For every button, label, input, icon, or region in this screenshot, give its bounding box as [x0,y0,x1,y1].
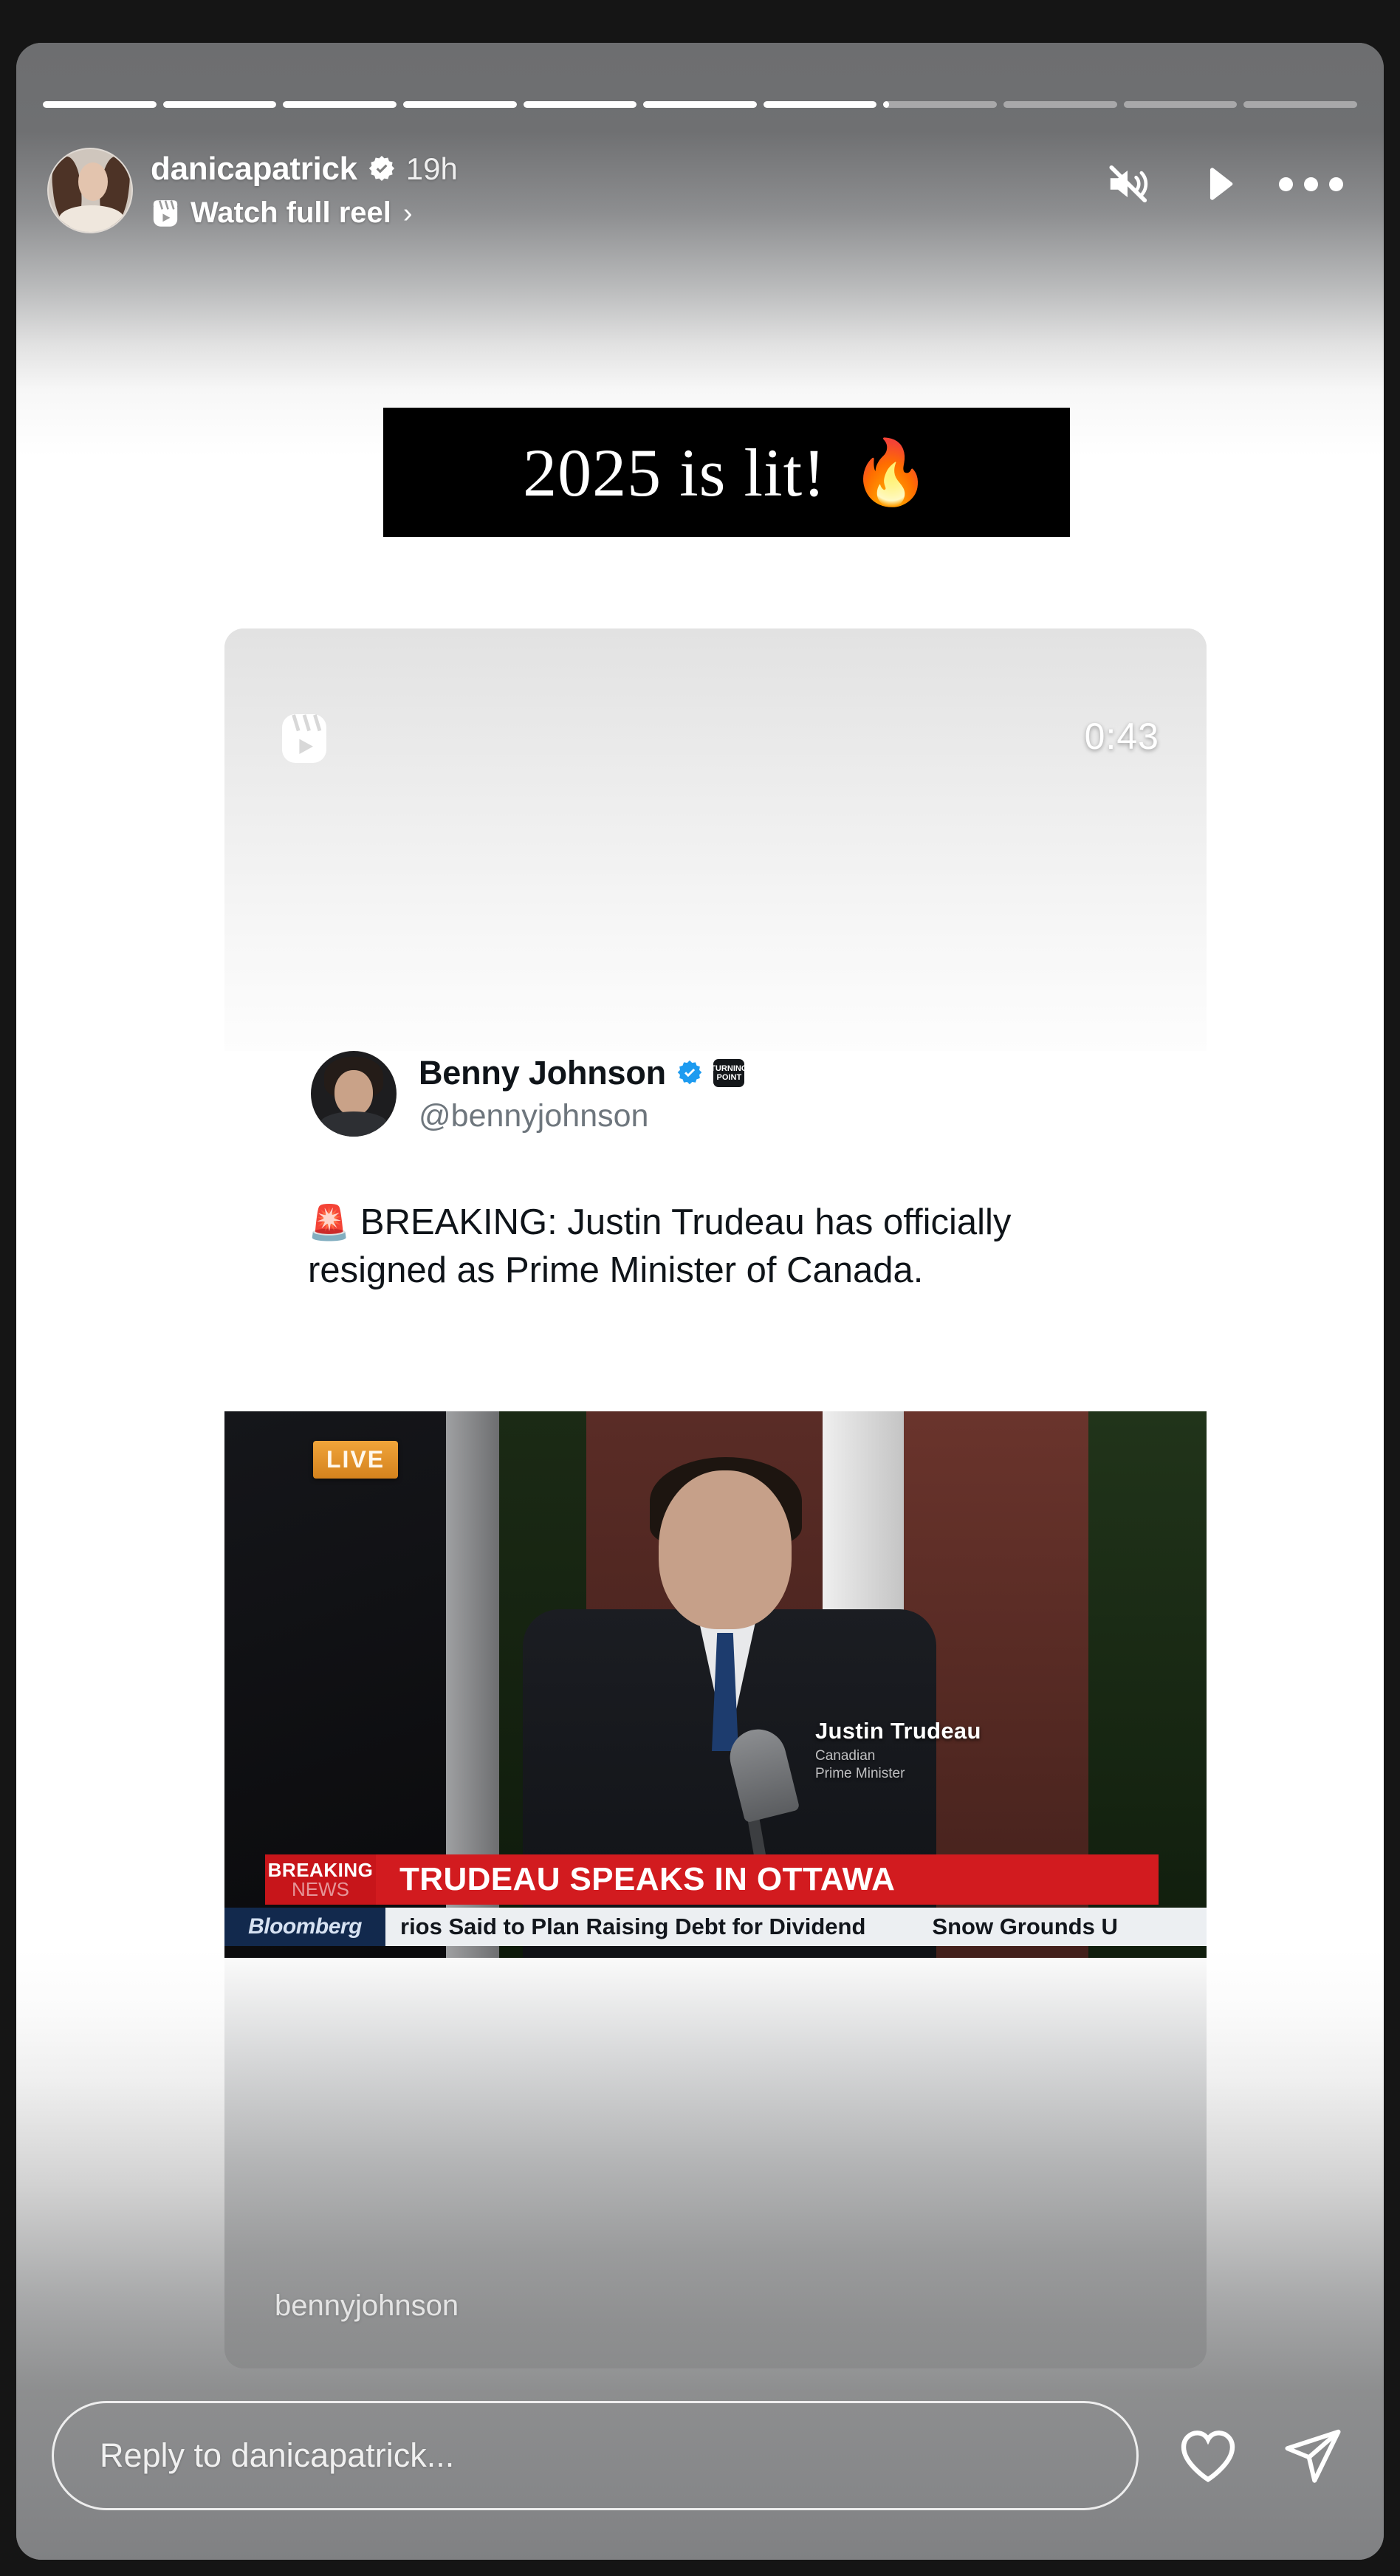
ticker-strip: rios Said to Plan Raising Debt for Divid… [385,1908,1207,1946]
live-badge: LIVE [313,1441,399,1479]
news-ticker: Bloomberg rios Said to Plan Raising Debt… [224,1908,1207,1946]
news-broadcast-image: LIVE Justin Trudeau Canadian Prime Minist… [224,1411,1207,1958]
progress-segment-fill [883,100,890,108]
ellipsis-dot [1278,177,1293,191]
tweet-display-name: Benny Johnson [419,1054,666,1092]
progress-segment[interactable] [763,100,877,108]
play-icon[interactable] [1195,160,1243,208]
speaker-nameplate: Justin Trudeau Canadian Prime Minister [815,1718,981,1783]
tweet-handle: @bennyjohnson [419,1098,649,1134]
chyron-breaking-line2: NEWS [292,1878,349,1900]
progress-segment-fill [283,100,397,108]
affiliation-badge-icon: TURNING POINT [713,1059,744,1087]
progress-segment-fill [763,100,877,108]
avatar-face [78,162,108,201]
story-header-actions [1103,160,1343,208]
avatar[interactable] [47,148,133,233]
tweet-avatar-body [320,1111,388,1137]
tweet-author[interactable]: Benny Johnson TURNING POINT [311,1051,744,1137]
username[interactable]: danicapatrick [151,151,357,188]
progress-segment-fill [162,100,277,108]
progress-segment-fill [523,100,637,108]
progress-segment[interactable] [162,100,277,108]
fire-emoji: 🔥 [851,436,930,508]
tweet-author-names: Benny Johnson TURNING POINT [419,1051,744,1134]
progress-segment[interactable] [1003,100,1117,108]
reply-placeholder: Reply to danicapatrick... [100,2436,455,2474]
siren-emoji: 🚨 [308,1203,351,1241]
tweet-text: 🚨 BREAKING: Justin Trudeau has officiall… [308,1199,1135,1294]
chyron-breaking-line1: BREAKING [267,1859,374,1881]
story-timestamp: 19h [405,151,458,186]
story-progress-bar [43,99,1358,109]
reply-bar: Reply to danicapatrick... [16,2385,1384,2526]
nameplate-name: Justin Trudeau [815,1718,981,1744]
chevron-right-icon: › [402,197,413,229]
chyron-breaking-block: BREAKING NEWS [265,1854,376,1905]
watch-full-reel-label: Watch full reel [191,196,391,229]
story-author-row: danicapatrick 19h [151,151,458,188]
progress-segment[interactable] [1123,100,1238,108]
tweet-avatar-face [334,1070,373,1116]
reel-preview[interactable]: 0:43 [224,628,1207,1051]
avatar-top [59,205,124,232]
text-sticker-label: 2025 is lit! [523,434,826,510]
speaker-head [659,1470,792,1629]
verified-badge-icon [367,154,397,184]
progress-segment[interactable] [43,100,157,108]
tweet-body: BREAKING: Justin Trudeau has officially … [308,1202,1012,1290]
tweet-avatar[interactable] [311,1051,397,1137]
progress-segment-fill [402,100,517,108]
speaker-muted-icon[interactable] [1103,160,1152,208]
watch-full-reel-button[interactable]: Watch full reel › [151,196,413,230]
news-chyron: BREAKING NEWS TRUDEAU SPEAKS IN OTTAWA [265,1854,1159,1905]
nameplate-title: Canadian Prime Minister [815,1748,905,1781]
progress-segment-fill [643,100,757,108]
progress-segment[interactable] [402,100,517,108]
reel-clapper-icon [151,198,180,229]
tweet-name-row: Benny Johnson TURNING POINT [419,1054,744,1092]
progress-segment[interactable] [523,100,637,108]
reel-clapper-icon [278,708,331,770]
ellipsis-dot [1328,177,1343,191]
progress-segment[interactable] [283,100,397,108]
affiliation-badge-label: TURNING POINT [713,1063,744,1082]
text-sticker[interactable]: 2025 is lit! 🔥 [383,408,1070,537]
paper-plane-icon[interactable] [1277,2420,1348,2491]
progress-segment[interactable] [1243,100,1358,108]
story-header: danicapatrick 19h Watch full reel › [41,137,1363,248]
heart-icon[interactable] [1173,2420,1243,2491]
ticker-brand: Bloomberg [224,1908,385,1946]
ellipsis-icon[interactable] [1278,160,1343,208]
story-viewer-frame: danicapatrick 19h Watch full reel › 2025… [0,0,1400,2576]
reel-duration: 0:43 [1084,716,1159,757]
shared-post-card[interactable]: 0:43 Benny Johnson URNIN POINT @bennyjoh… [224,628,1207,2368]
ellipsis-dot [1303,177,1318,191]
progress-segment[interactable] [643,100,757,108]
twitter-verified-icon [676,1059,704,1087]
ticker-item: Snow Grounds U [932,1914,1118,1939]
progress-segment[interactable] [883,100,998,108]
progress-segment-fill [43,100,157,108]
post-attribution[interactable]: bennyjohnson [275,2289,459,2323]
story-canvas[interactable]: danicapatrick 19h Watch full reel › 2025… [16,43,1384,2560]
reply-input[interactable]: Reply to danicapatrick... [52,2401,1139,2510]
ticker-item: rios Said to Plan Raising Debt for Divid… [400,1914,866,1939]
chyron-headline: TRUDEAU SPEAKS IN OTTAWA [376,1854,1159,1905]
